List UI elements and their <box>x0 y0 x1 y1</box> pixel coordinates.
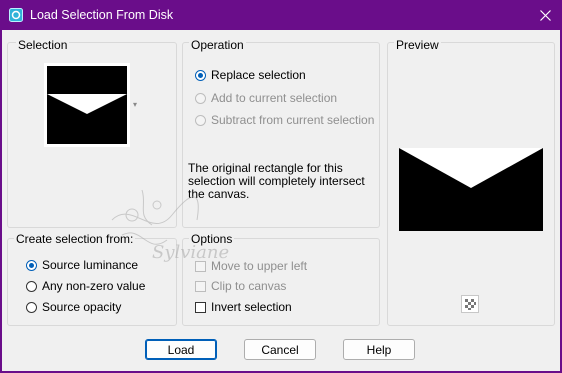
radio-label: Subtract from current selection <box>211 113 375 127</box>
radio-button[interactable] <box>26 259 37 271</box>
checkbox[interactable] <box>195 280 206 292</box>
load-button[interactable]: Load <box>145 339 217 360</box>
help-button[interactable]: Help <box>343 339 415 360</box>
selection-thumbnail <box>44 63 130 147</box>
radio-label: Add to current selection <box>211 91 338 105</box>
operation-group-label: Operation <box>189 38 246 52</box>
title-bar[interactable]: Load Selection From Disk <box>0 0 562 30</box>
radio-label: Replace selection <box>211 68 306 82</box>
paint-shop-app-icon <box>9 8 23 22</box>
checkbox-label: Move to upper left <box>211 259 308 273</box>
radio-button[interactable] <box>26 280 37 292</box>
radio-add-to-current-selection[interactable]: Add to current selection <box>195 91 337 105</box>
dialog-body: Selection ▾ Operation Replace selection … <box>2 30 560 371</box>
checkbox-move-to-upper-left[interactable]: Move to upper left <box>195 259 307 273</box>
cancel-button[interactable]: Cancel <box>244 339 316 360</box>
radio-label: Source luminance <box>42 258 139 272</box>
preview-image <box>399 148 543 231</box>
radio-button[interactable] <box>195 92 206 104</box>
radio-subtract-from-current-selection[interactable]: Subtract from current selection <box>195 113 374 127</box>
radio-replace-selection[interactable]: Replace selection <box>195 68 306 82</box>
radio-any-non-zero-value[interactable]: Any non-zero value <box>26 279 145 293</box>
checkbox[interactable] <box>195 260 206 272</box>
options-group-label: Options <box>189 232 235 246</box>
radio-button[interactable] <box>26 301 37 313</box>
radio-label: Source opacity <box>42 300 122 314</box>
checkerboard-icon[interactable] <box>461 295 479 313</box>
window-title: Load Selection From Disk <box>30 8 174 22</box>
close-button[interactable] <box>534 4 556 26</box>
selection-group-label: Selection <box>16 38 70 52</box>
checkbox-label: Clip to canvas <box>211 279 287 293</box>
checkbox[interactable] <box>195 301 206 313</box>
radio-source-opacity[interactable]: Source opacity <box>26 300 121 314</box>
checkbox-label: Invert selection <box>211 300 292 314</box>
close-icon <box>539 9 551 21</box>
dialog-window: Load Selection From Disk Selection ▾ Ope… <box>0 0 562 373</box>
checkbox-invert-selection[interactable]: Invert selection <box>195 300 292 314</box>
thumbnail-dropdown-arrow-icon[interactable]: ▾ <box>133 100 137 109</box>
radio-button[interactable] <box>195 69 206 81</box>
preview-group-label: Preview <box>394 38 441 52</box>
checkbox-clip-to-canvas[interactable]: Clip to canvas <box>195 279 286 293</box>
radio-source-luminance[interactable]: Source luminance <box>26 258 138 272</box>
create-selection-from-label: Create selection from: <box>14 232 136 246</box>
intersect-info-text: The original rectangle for this selectio… <box>188 161 365 201</box>
radio-label: Any non-zero value <box>42 279 146 293</box>
radio-button[interactable] <box>195 114 206 126</box>
